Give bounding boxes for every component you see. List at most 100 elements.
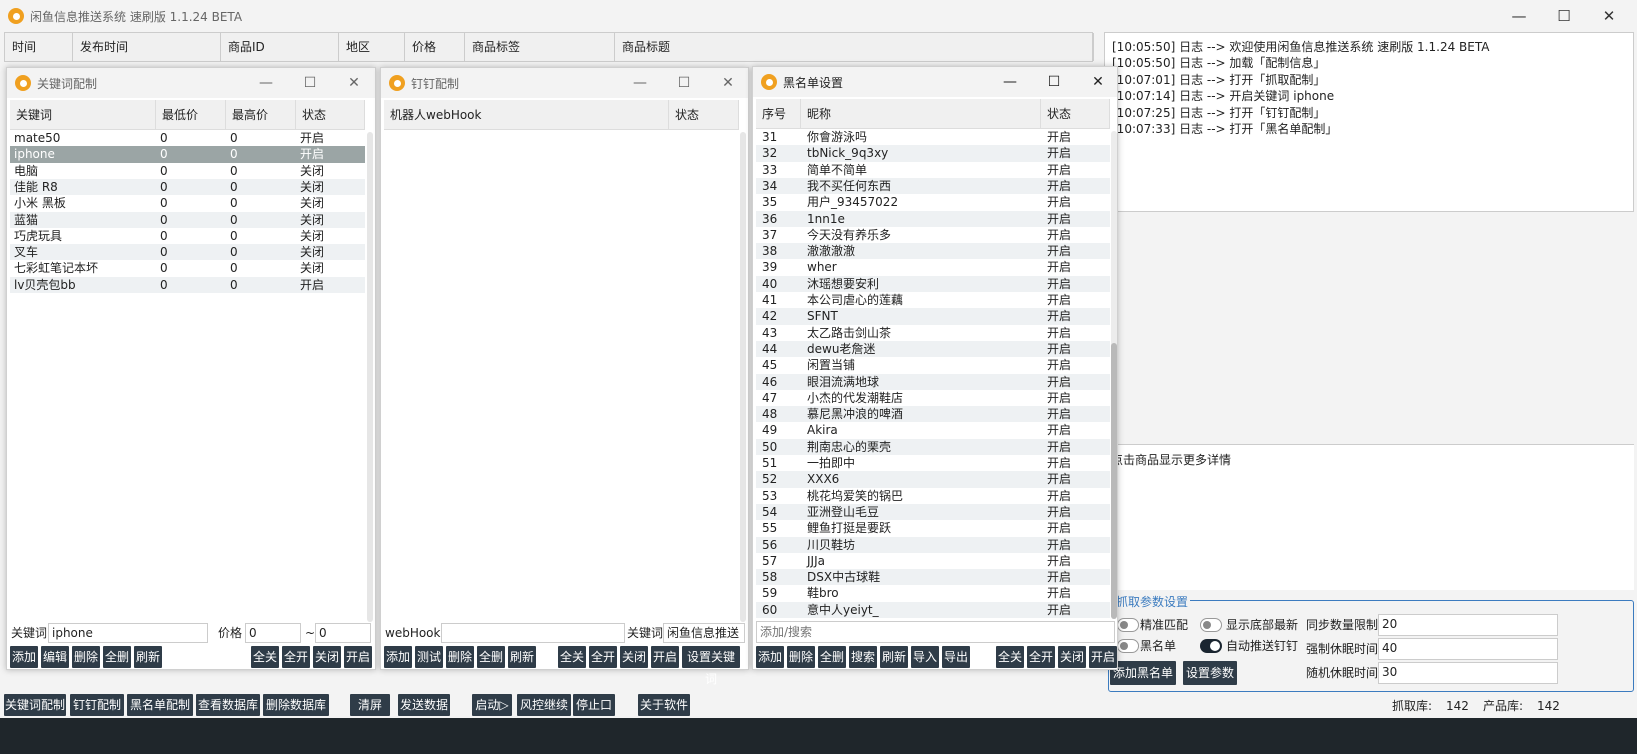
column-header-0[interactable]: 序号 <box>756 99 801 129</box>
column-header-6[interactable]: 商品标题 <box>615 33 1094 61</box>
add-blacklist-button[interactable]: 添加黑名单 <box>1110 661 1176 685</box>
button-添加[interactable]: 添加 <box>756 646 784 668</box>
button-导入[interactable]: 导入 <box>911 646 939 668</box>
close-button[interactable]: ✕ <box>333 68 375 98</box>
table-row[interactable]: 巧虎玩具 0 0 关闭 <box>10 228 365 244</box>
blacklist-toggle[interactable] <box>1117 639 1139 653</box>
table-row[interactable]: 37 今天没有养乐多 开启 <box>756 227 1110 243</box>
bottom-button-6[interactable]: 发送数据 <box>398 694 450 716</box>
set-params-button[interactable]: 设置参数 <box>1183 661 1237 685</box>
maximize-button[interactable]: ☐ <box>663 68 705 98</box>
table-row[interactable]: 47 小杰的代发潮鞋店 开启 <box>756 390 1110 406</box>
button-添加[interactable]: 添加 <box>10 646 38 668</box>
table-row[interactable]: 43 太乙路击剑山茶 开启 <box>756 325 1110 341</box>
minimize-button[interactable]: — <box>1496 0 1542 32</box>
table-row[interactable]: 40 沐瑶想要安利 开启 <box>756 275 1110 292</box>
column-header-0[interactable]: 机器人webHook <box>384 100 669 130</box>
button-删除[interactable]: 删除 <box>446 646 474 668</box>
bottom-button-4[interactable]: 删除数据库 <box>263 694 329 716</box>
column-header-0[interactable]: 关键词 <box>10 100 156 130</box>
button-关闭[interactable]: 关闭 <box>313 646 341 668</box>
table-row[interactable]: 33 简单不简单 开启 <box>756 162 1110 178</box>
table-row[interactable]: lv贝壳包bb 0 0 开启 <box>10 276 365 293</box>
button-关闭[interactable]: 关闭 <box>620 646 648 668</box>
table-row[interactable]: 36 1nn1e 开启 <box>756 210 1110 227</box>
column-header-1[interactable]: 昵称 <box>801 99 1041 129</box>
table-row[interactable]: 小米 黑板 0 0 关闭 <box>10 195 365 211</box>
minimize-button[interactable]: — <box>989 67 1031 97</box>
auto-push-toggle[interactable] <box>1200 639 1222 653</box>
sync-limit-input[interactable]: 20 <box>1378 614 1558 636</box>
button-刷新[interactable]: 刷新 <box>880 646 908 668</box>
table-row[interactable]: 35 用户_93457022 开启 <box>756 194 1110 210</box>
table-row[interactable]: 42 SFNT 开启 <box>756 308 1110 325</box>
minimize-button[interactable]: — <box>619 68 661 98</box>
button-关闭[interactable]: 关闭 <box>1058 646 1086 668</box>
close-button[interactable]: ✕ <box>1077 67 1119 97</box>
button-全关[interactable]: 全关 <box>251 646 279 668</box>
table-row[interactable]: 44 dewu老詹迷 开启 <box>756 340 1110 358</box>
button-删除[interactable]: 删除 <box>72 646 100 668</box>
table-row[interactable]: 56 川贝鞋坊 开启 <box>756 536 1110 553</box>
column-header-3[interactable]: 状态 <box>296 100 365 130</box>
column-header-2[interactable]: 最高价 <box>226 100 296 130</box>
table-row[interactable]: 电脑 0 0 关闭 <box>10 163 365 179</box>
webhook-input[interactable] <box>441 623 625 643</box>
close-button[interactable]: ✕ <box>707 68 749 98</box>
close-button[interactable]: ✕ <box>1586 0 1632 32</box>
table-row[interactable]: 60 意中人yeiyt_ 开启 <box>756 601 1110 618</box>
column-header-1[interactable]: 状态 <box>669 100 739 130</box>
bottom-button-0[interactable]: 关键词配制 <box>4 694 66 716</box>
button-开启[interactable]: 开启 <box>651 646 679 668</box>
button-全关[interactable]: 全关 <box>558 646 586 668</box>
table-row[interactable]: 蓝猫 0 0 关闭 <box>10 211 365 228</box>
table-row[interactable]: 佳能 R8 0 0 关闭 <box>10 178 365 196</box>
table-row[interactable]: 49 Akira 开启 <box>756 422 1110 438</box>
bottom-button-2[interactable]: 黑名单配制 <box>127 694 193 716</box>
keyword-input[interactable]: iphone <box>48 623 208 643</box>
table-row[interactable]: 52 XXX6 开启 <box>756 471 1110 488</box>
button-全开[interactable]: 全开 <box>282 646 310 668</box>
column-header-2[interactable]: 商品ID <box>221 33 339 61</box>
keyword-scrollbar[interactable] <box>367 132 373 622</box>
table-row[interactable]: 46 眼泪流满地球 开启 <box>756 373 1110 390</box>
button-全关[interactable]: 全关 <box>996 646 1024 668</box>
button-全开[interactable]: 全开 <box>589 646 617 668</box>
button-刷新[interactable]: 刷新 <box>134 646 162 668</box>
column-header-1[interactable]: 最低价 <box>156 100 226 130</box>
bottom-button-9[interactable]: 停止口 <box>573 694 615 716</box>
price-min-input[interactable]: 0 <box>245 623 301 643</box>
table-row[interactable]: 34 我不买任何东西 开启 <box>756 177 1110 195</box>
button-搜索[interactable]: 搜索 <box>849 646 877 668</box>
random-sleep-input[interactable]: 30 <box>1378 662 1558 684</box>
table-row[interactable]: 38 澈澈澈澈 开启 <box>756 243 1110 260</box>
dingtalk-keyword-input[interactable]: 闲鱼信息推送 <box>663 623 745 643</box>
table-row[interactable]: 54 亚洲登山毛豆 开启 <box>756 503 1110 521</box>
table-row[interactable]: 58 DSX中古球鞋 开启 <box>756 569 1110 586</box>
table-row[interactable]: 51 一拍即中 开启 <box>756 455 1110 471</box>
button-开启[interactable]: 开启 <box>344 646 372 668</box>
price-max-input[interactable]: 0 <box>315 623 371 643</box>
blacklist-search-input[interactable] <box>756 621 1115 643</box>
bottom-button-8[interactable]: 风控继续 <box>517 694 571 716</box>
maximize-button[interactable]: ☐ <box>1033 67 1075 97</box>
button-导出[interactable]: 导出 <box>942 646 970 668</box>
column-header-1[interactable]: 发布时间 <box>73 33 221 61</box>
column-header-4[interactable]: 价格 <box>405 33 465 61</box>
table-row[interactable]: mate50 0 0 开启 <box>10 130 365 146</box>
table-row[interactable]: 41 本公司虐心的莲藕 开启 <box>756 292 1110 308</box>
table-row[interactable]: 57 JJJa 开启 <box>756 553 1110 569</box>
button-开启[interactable]: 开启 <box>1089 646 1117 668</box>
show-bottom-latest-toggle[interactable] <box>1200 618 1222 632</box>
table-row[interactable]: 31 你會游泳吗 开启 <box>756 129 1110 145</box>
bottom-button-3[interactable]: 查看数据库 <box>196 694 260 716</box>
table-row[interactable]: 53 桃花坞爱笑的锅巴 开启 <box>756 488 1110 504</box>
bottom-button-10[interactable]: 关于软件 <box>638 694 690 716</box>
button-测试[interactable]: 测试 <box>415 646 443 668</box>
column-header-5[interactable]: 商品标签 <box>465 33 615 61</box>
blacklist-scrollbar-thumb[interactable] <box>1111 343 1117 619</box>
table-row[interactable]: 七彩虹笔记本坏 0 0 关闭 <box>10 260 365 276</box>
maximize-button[interactable]: ☐ <box>289 68 331 98</box>
bottom-button-1[interactable]: 钉钉配制 <box>70 694 124 716</box>
dingtalk-scrollbar[interactable] <box>740 132 746 622</box>
